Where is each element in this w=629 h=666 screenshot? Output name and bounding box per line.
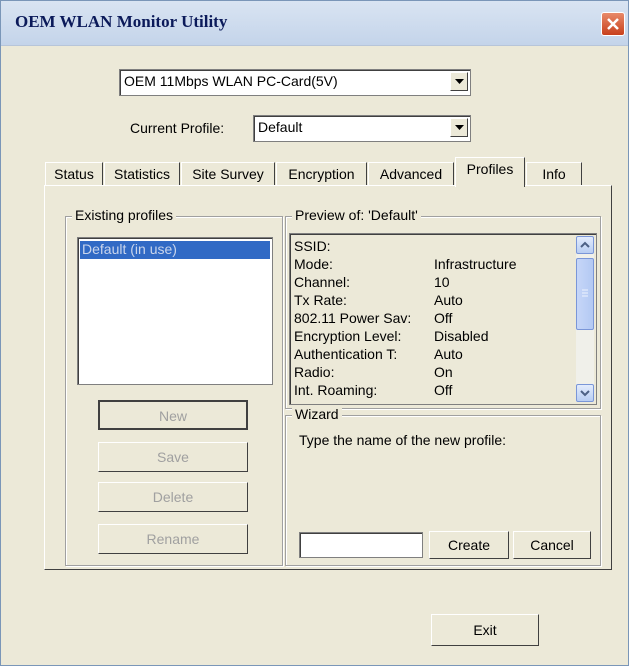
create-button[interactable]: Create xyxy=(429,531,509,559)
profile-name-input[interactable] xyxy=(299,532,423,558)
tab-statistics[interactable]: Statistics xyxy=(104,162,180,185)
tab-status-label: Status xyxy=(54,166,94,182)
close-icon xyxy=(607,18,619,30)
preview-value-roaming: Off xyxy=(434,382,453,398)
window-title: OEM WLAN Monitor Utility xyxy=(15,12,228,31)
tab-info-label: Info xyxy=(542,166,566,182)
preview-label-radio: Radio: xyxy=(294,364,335,380)
profile-dropdown-button[interactable] xyxy=(450,118,468,137)
preview-label-mode: Mode: xyxy=(294,256,333,272)
main-window: OEM WLAN Monitor Utility OEM 11Mbps WLAN… xyxy=(0,0,629,666)
tab-statistics-label: Statistics xyxy=(113,166,170,182)
preview-value-radio: On xyxy=(434,364,453,380)
profiles-list[interactable]: Default (in use) xyxy=(77,237,273,385)
preview-label-roaming: Int. Roaming: xyxy=(294,382,378,398)
grip-icon xyxy=(582,289,588,297)
existing-profiles-title: Existing profiles xyxy=(72,207,177,223)
preview-value-mode: Infrastructure xyxy=(434,256,517,272)
preview-value-channel: 10 xyxy=(434,274,450,290)
chevron-up-icon xyxy=(580,241,590,248)
preview-value-authentication: Auto xyxy=(434,346,463,362)
preview-label-power-save: 802.11 Power Sav: xyxy=(294,310,412,326)
preview-label-tx-rate: Tx Rate: xyxy=(294,292,347,308)
current-profile-label: Current Profile: xyxy=(130,120,225,136)
preview-label-encryption: Encryption Level: xyxy=(294,328,402,344)
preview-value-tx-rate: Auto xyxy=(434,292,463,308)
preview-label-authentication: Authentication T: xyxy=(294,346,398,362)
wizard-prompt: Type the name of the new profile: xyxy=(299,432,507,448)
wizard-title: Wizard xyxy=(292,406,342,422)
tab-site-survey[interactable]: Site Survey xyxy=(181,162,275,185)
preview-label-channel: Channel: xyxy=(294,274,351,290)
current-profile-select[interactable]: Default xyxy=(253,115,471,142)
tab-encryption[interactable]: Encryption xyxy=(276,162,367,185)
preview-scrollbar[interactable] xyxy=(576,236,594,402)
tab-profiles-label: Profiles xyxy=(466,161,514,177)
tab-status[interactable]: Status xyxy=(45,162,103,185)
delete-button[interactable]: Delete xyxy=(98,482,248,512)
tab-advanced[interactable]: Advanced xyxy=(368,162,454,185)
tab-profiles[interactable]: Profiles xyxy=(455,157,525,187)
chevron-down-icon xyxy=(455,125,464,130)
tab-encryption-label: Encryption xyxy=(288,166,355,182)
scroll-thumb[interactable] xyxy=(576,258,594,330)
rename-button[interactable]: Rename xyxy=(98,524,248,554)
scroll-down-button[interactable] xyxy=(576,384,594,402)
adapter-dropdown-button[interactable] xyxy=(450,72,468,91)
exit-button[interactable]: Exit xyxy=(431,614,539,646)
save-button[interactable]: Save xyxy=(98,442,248,472)
tab-info[interactable]: Info xyxy=(526,162,582,185)
adapter-select-value: OEM 11Mbps WLAN PC-Card(5V) xyxy=(124,73,338,89)
preview-value-power-save: Off xyxy=(434,310,453,326)
tab-site-survey-label: Site Survey xyxy=(192,166,264,182)
preview-value-encryption: Disabled xyxy=(434,328,489,344)
chevron-down-icon xyxy=(455,79,464,84)
close-button[interactable] xyxy=(601,12,625,36)
preview-list[interactable]: SSID: Mode: Infrastructure Channel: 10 T… xyxy=(289,233,597,405)
preview-title: Preview of: 'Default' xyxy=(292,207,421,223)
current-profile-value: Default xyxy=(258,119,303,135)
title-bar[interactable]: OEM WLAN Monitor Utility xyxy=(1,1,628,46)
preview-label-ssid: SSID: xyxy=(294,238,331,254)
adapter-select[interactable]: OEM 11Mbps WLAN PC-Card(5V) xyxy=(119,69,471,96)
tab-advanced-label: Advanced xyxy=(379,166,443,182)
chevron-down-icon xyxy=(580,390,590,397)
new-button[interactable]: New xyxy=(98,400,248,430)
list-item[interactable]: Default (in use) xyxy=(80,241,270,259)
scroll-up-button[interactable] xyxy=(576,236,594,254)
cancel-button[interactable]: Cancel xyxy=(513,531,591,559)
